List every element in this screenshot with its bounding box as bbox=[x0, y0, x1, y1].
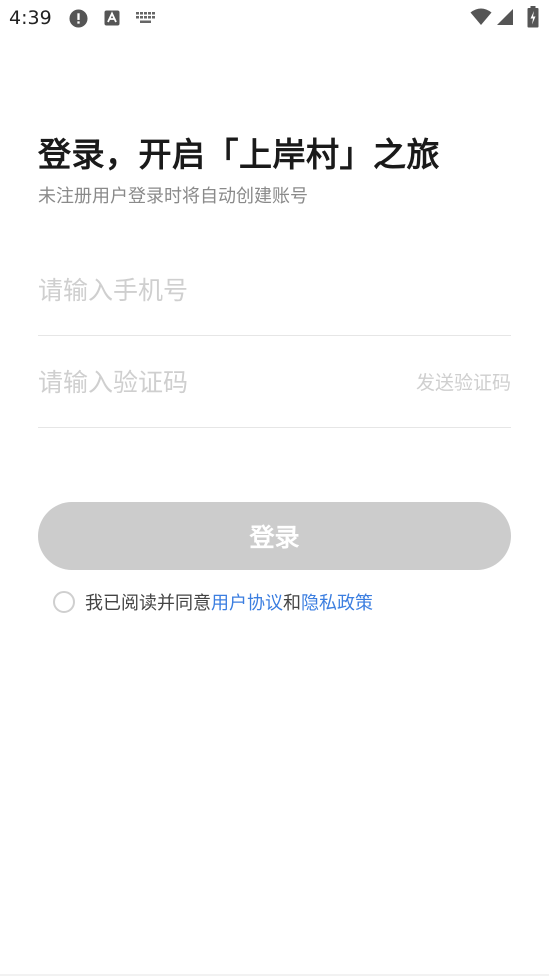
agreement-and: 和 bbox=[283, 593, 301, 614]
a-icon bbox=[104, 10, 120, 26]
battery-icon bbox=[527, 6, 539, 28]
alert-icon bbox=[69, 9, 88, 28]
phone-field-container bbox=[38, 260, 511, 336]
user-agreement-link[interactable]: 用户协议 bbox=[211, 589, 283, 615]
status-time: 4:39 bbox=[9, 7, 52, 29]
phone-input[interactable] bbox=[38, 260, 398, 320]
status-bar: 4:39 bbox=[0, 0, 549, 36]
login-button[interactable]: 登录 bbox=[38, 502, 511, 570]
code-field-container: 发送验证码 bbox=[38, 352, 511, 428]
signal-icon bbox=[497, 9, 513, 25]
send-code-button[interactable]: 发送验证码 bbox=[416, 368, 511, 395]
page-subtitle: 未注册用户登录时将自动创建账号 bbox=[38, 186, 308, 207]
verification-code-input[interactable] bbox=[38, 352, 398, 412]
agreement-row: 我已阅读并同意 用户协议 和 隐私政策 bbox=[53, 588, 373, 616]
agreement-prefix: 我已阅读并同意 bbox=[85, 593, 211, 614]
page-title: 登录，开启「上岸村」之旅 bbox=[38, 135, 440, 174]
login-screen: 4:39 登录，开启「上岸村」之旅 未注册用户登录时将自动创建账号 请输入手机号… bbox=[0, 0, 549, 976]
privacy-policy-link[interactable]: 隐私政策 bbox=[301, 589, 373, 615]
agreement-checkbox[interactable] bbox=[53, 591, 75, 613]
keyboard-icon bbox=[136, 12, 155, 23]
wifi-icon bbox=[470, 8, 492, 25]
